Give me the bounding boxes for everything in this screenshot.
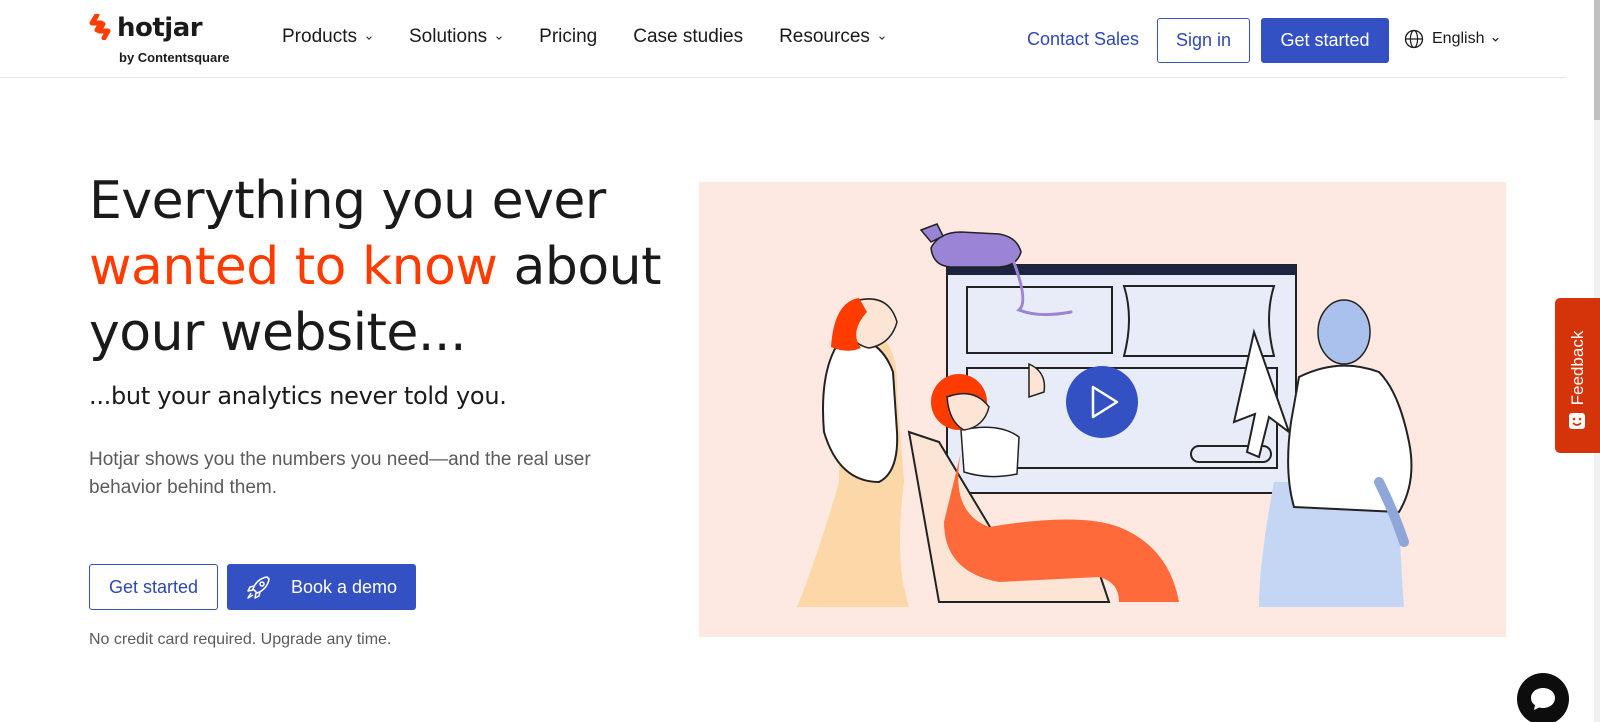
play-icon (1066, 366, 1138, 438)
chat-widget-button[interactable] (1517, 673, 1569, 722)
header-get-started-button[interactable]: Get started (1261, 18, 1389, 63)
logo-subtitle: by Contentsquare (119, 50, 230, 65)
main-nav: Products Solutions Pricing Case studies … (282, 26, 922, 48)
chat-icon (1531, 688, 1555, 710)
logo-wordmark: hotjar (117, 13, 203, 43)
feedback-tab[interactable]: Feedback (1555, 298, 1600, 453)
scrollbar-thumb[interactable] (1594, 0, 1600, 120)
rocket-icon (247, 576, 270, 599)
chevron-down-icon (366, 36, 372, 40)
nav-pricing-label: Pricing (539, 26, 598, 47)
nav-case-studies-label: Case studies (633, 26, 744, 47)
no-credit-card-note: No credit card required. Upgrade any tim… (89, 631, 392, 648)
hero-get-started-button[interactable]: Get started (89, 564, 218, 610)
nav-solutions[interactable]: Solutions (409, 26, 503, 48)
hotjar-logo[interactable]: hotjar by Contentsquare (89, 12, 249, 68)
chevron-down-icon (879, 36, 885, 40)
woman-standing-graphic (797, 298, 909, 607)
book-demo-label: Book a demo (291, 576, 398, 597)
hero-title-accent: wanted to know (89, 237, 498, 297)
feedback-label: Feedback (1567, 330, 1587, 406)
nav-case-studies[interactable]: Case studies (633, 26, 743, 48)
nav-solutions-label: Solutions (408, 26, 488, 47)
hotjar-logo-icon (89, 14, 111, 40)
globe-icon (1404, 29, 1424, 49)
language-label: English (1432, 30, 1485, 47)
chevron-down-icon (496, 36, 502, 40)
language-selector[interactable]: English (1404, 29, 1500, 49)
sign-in-button[interactable]: Sign in (1157, 18, 1250, 63)
feedback-smile-icon (1569, 413, 1585, 429)
book-demo-button[interactable]: Book a demo (227, 564, 416, 610)
hero-illustration-art (797, 223, 1413, 607)
hero-title-line1: Everything you ever (89, 171, 606, 231)
nav-pricing[interactable]: Pricing (539, 26, 597, 48)
nav-resources-label: Resources (779, 26, 870, 47)
hero-description: Hotjar shows you the numbers you need—an… (89, 449, 591, 498)
nav-resources[interactable]: Resources (779, 26, 886, 48)
hero-illustration[interactable] (699, 182, 1506, 637)
nav-products[interactable]: Products (282, 26, 373, 48)
hero-title: Everything you ever wanted to know about … (89, 168, 669, 366)
contact-sales-link[interactable]: Contact Sales (1027, 29, 1139, 50)
nav-products-label: Products (282, 26, 357, 47)
chevron-down-icon (1492, 37, 1500, 42)
site-header: hotjar by Contentsquare Products Solutio… (0, 0, 1566, 78)
hero-subtitle: ...but your analytics never told you. (89, 382, 507, 410)
